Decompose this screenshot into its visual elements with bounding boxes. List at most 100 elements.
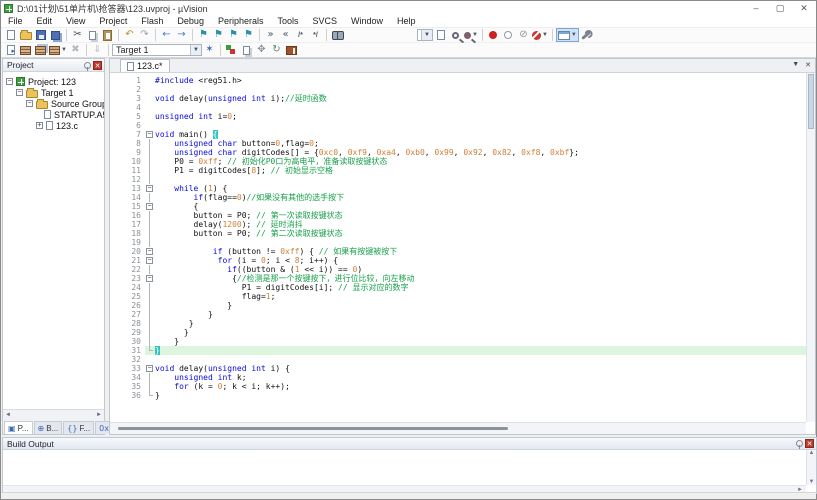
toggle-bookmark-button[interactable]: ⚑: [196, 28, 211, 42]
fold-marker[interactable]: −: [145, 202, 154, 211]
options-for-target-button[interactable]: ✶: [202, 43, 217, 57]
code-line[interactable]: [155, 238, 806, 247]
reload-button[interactable]: ↻: [269, 43, 284, 57]
minimize-button[interactable]: –: [744, 2, 768, 15]
fold-marker[interactable]: −: [145, 256, 154, 265]
kill-all-breakpoints-button[interactable]: ▼: [531, 28, 549, 42]
code-line[interactable]: [155, 121, 806, 130]
scroll-right-icon[interactable]: ►: [96, 412, 102, 418]
fold-marker[interactable]: −: [145, 364, 154, 373]
menu-item-flash[interactable]: Flash: [134, 15, 170, 28]
code-line[interactable]: {//检测是那一个按键按下，进行位比较，向左移动: [155, 274, 806, 283]
hscroll-thumb[interactable]: [118, 427, 508, 430]
stop-build-button[interactable]: ✖: [68, 43, 83, 57]
tab-functions[interactable]: {}F...: [63, 421, 94, 434]
tree-item-project-123[interactable]: −Project: 123: [3, 76, 104, 87]
menu-item-edit[interactable]: Edit: [30, 15, 60, 28]
next-bookmark-button[interactable]: ⚑: [226, 28, 241, 42]
menu-item-debug[interactable]: Debug: [170, 15, 211, 28]
code-line[interactable]: while (1) {: [155, 184, 806, 193]
scroll-left-icon[interactable]: ◄: [5, 412, 11, 418]
maximize-button[interactable]: ▢: [768, 2, 792, 15]
menu-item-svcs[interactable]: SVCS: [306, 15, 345, 28]
build-button[interactable]: [18, 43, 33, 57]
fold-marker[interactable]: −: [145, 274, 154, 283]
code-line[interactable]: void delay(unsigned int i);//延时函数: [155, 94, 806, 103]
code-line[interactable]: #include <reg51.h>: [155, 76, 806, 85]
tab-project[interactable]: ▣P...: [4, 421, 33, 434]
menu-item-help[interactable]: Help: [390, 15, 423, 28]
editor-hscrollbar[interactable]: [110, 422, 806, 434]
find-options-button[interactable]: ▼: [463, 28, 479, 42]
scroll-down-icon[interactable]: ▼: [809, 479, 815, 485]
fold-collapse-icon[interactable]: −: [146, 365, 153, 372]
pin-icon[interactable]: [84, 62, 91, 69]
code-line[interactable]: }: [155, 391, 806, 400]
code-line[interactable]: button = P0; // 第二次读取按键状态: [155, 229, 806, 238]
menu-item-project[interactable]: Project: [92, 15, 134, 28]
comment-button[interactable]: /*: [293, 28, 308, 42]
new-file-button[interactable]: [3, 28, 18, 42]
tree-item-startup-a51[interactable]: STARTUP.A51: [3, 109, 104, 120]
fold-collapse-icon[interactable]: −: [146, 185, 153, 192]
indent-button[interactable]: »: [263, 28, 278, 42]
tab-close-icon[interactable]: ✕: [805, 61, 811, 69]
project-close-icon[interactable]: ✕: [93, 61, 102, 70]
disable-all-breakpoints-button[interactable]: ⊘: [516, 28, 531, 42]
chevron-down-icon[interactable]: ▼: [421, 30, 432, 40]
code-line[interactable]: }: [155, 301, 806, 310]
save-all-button[interactable]: [48, 28, 63, 42]
code-line[interactable]: }: [155, 328, 806, 337]
code-line[interactable]: [155, 103, 806, 112]
navigate-forward-button[interactable]: →: [174, 28, 189, 42]
code-line[interactable]: [155, 175, 806, 184]
save-button[interactable]: [33, 28, 48, 42]
scroll-up-icon[interactable]: ▲: [809, 450, 815, 456]
code-line[interactable]: if (button != 0xff) { // 如果有按键被按下: [155, 247, 806, 256]
fold-collapse-icon[interactable]: −: [146, 131, 153, 138]
code-line[interactable]: }: [155, 310, 806, 319]
insert-breakpoint-button[interactable]: [486, 28, 501, 42]
navigate-back-button[interactable]: ←: [159, 28, 174, 42]
manage-runtime-environment-button[interactable]: [224, 43, 239, 57]
chevron-down-icon[interactable]: ▼: [472, 32, 478, 38]
close-button[interactable]: ✕: [792, 2, 816, 15]
uncomment-button[interactable]: */: [308, 28, 323, 42]
file-extensions-button[interactable]: ✥: [254, 43, 269, 57]
code-line[interactable]: flag=1;: [155, 292, 806, 301]
tree-expand-icon[interactable]: −: [16, 89, 23, 96]
tree-expand-icon[interactable]: −: [26, 100, 33, 107]
books-button[interactable]: [284, 43, 299, 57]
code-line[interactable]: }: [155, 346, 806, 355]
code-line[interactable]: unsigned char digitCodes[] = {0xc0, 0xf9…: [155, 148, 806, 157]
fold-collapse-icon[interactable]: −: [146, 257, 153, 264]
incremental-find-button[interactable]: [433, 28, 448, 42]
project-hscrollbar[interactable]: ◄►: [3, 409, 104, 420]
code-line[interactable]: {: [155, 202, 806, 211]
tree-item-source-group-1[interactable]: −Source Group 1: [3, 98, 104, 109]
redo-button[interactable]: ↷: [137, 28, 152, 42]
enable-disable-breakpoint-button[interactable]: [501, 28, 516, 42]
undo-button[interactable]: ↶: [122, 28, 137, 42]
editor-vscrollbar[interactable]: [806, 73, 815, 422]
outdent-button[interactable]: «: [278, 28, 293, 42]
configure-button[interactable]: [579, 28, 594, 42]
code-line[interactable]: P1 = digitCodes[i]; // 显示对应的数字: [155, 283, 806, 292]
code-line[interactable]: void main() {: [155, 130, 806, 139]
tab-books[interactable]: ⊕B...: [34, 421, 63, 434]
pin-icon[interactable]: [796, 440, 803, 447]
build-output-close-icon[interactable]: ✕: [805, 439, 814, 448]
build-output-content[interactable]: [3, 450, 806, 485]
menu-item-peripherals[interactable]: Peripherals: [211, 15, 271, 28]
copy-button[interactable]: [85, 28, 100, 42]
tree-item-123-c[interactable]: +123.c: [3, 120, 104, 131]
menu-item-view[interactable]: View: [59, 15, 92, 28]
code-line[interactable]: if(flag==0)//如果没有其他的选手按下: [155, 193, 806, 202]
code-line[interactable]: [155, 355, 806, 364]
translate-button[interactable]: [3, 43, 18, 57]
chevron-down-icon[interactable]: ▼: [571, 32, 577, 38]
build-output-vscrollbar[interactable]: ▲▼: [806, 450, 816, 485]
fold-collapse-icon[interactable]: −: [146, 203, 153, 210]
cut-button[interactable]: ✂: [70, 28, 85, 42]
code-line[interactable]: delay(1200); // 延时消抖: [155, 220, 806, 229]
